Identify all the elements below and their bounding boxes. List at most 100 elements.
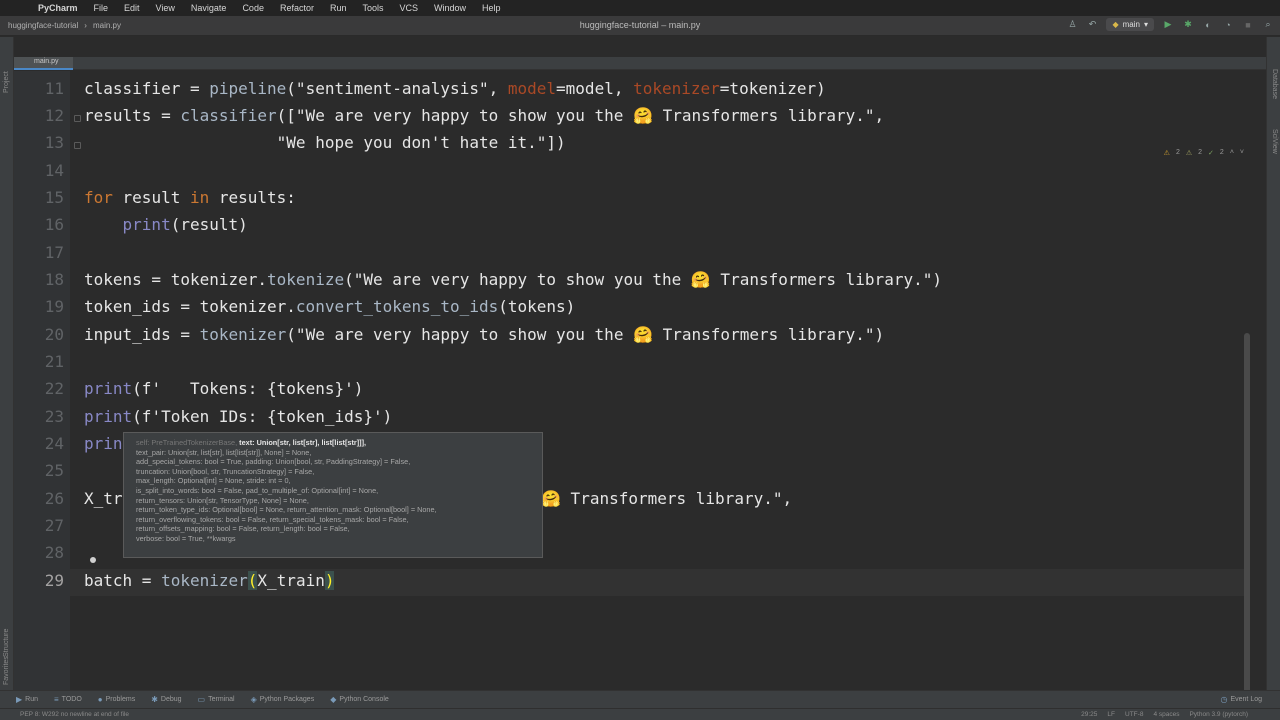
- code-line-tail: 🤗 Transformers library.",: [541, 489, 793, 508]
- line-number: 15: [44, 188, 64, 207]
- code-line: tokens = tokenizer.tokenize("We are very…: [84, 270, 942, 289]
- weak-warning-icon: ⚠: [1185, 150, 1193, 157]
- line-number: 29: [44, 571, 64, 590]
- menu-bar: PyCharm File Edit View Navigate Code Ref…: [0, 0, 1280, 16]
- bug-icon: ✱: [151, 695, 158, 704]
- inspection-widget[interactable]: ⚠ 2 ⚠ 2 ✓ 2 ˄ ˅: [1164, 149, 1244, 157]
- title-bar: huggingface-tutorial › main.py huggingfa…: [0, 16, 1280, 36]
- menu-view[interactable]: View: [156, 3, 175, 13]
- run-icon[interactable]: ▶: [1162, 19, 1174, 31]
- code-line: results = classifier(["We are very happy…: [84, 106, 885, 125]
- problems-icon: ●: [97, 695, 103, 704]
- database-tool-button[interactable]: Database: [1271, 69, 1278, 99]
- back-arrow-icon[interactable]: ↶: [1086, 19, 1098, 31]
- menu-edit[interactable]: Edit: [124, 3, 140, 13]
- param-line: return_overflowing_tokens: bool = False,…: [136, 514, 409, 524]
- editor-tab-bar: main.py: [14, 57, 1266, 70]
- line-separator[interactable]: LF: [1107, 711, 1115, 718]
- code-line: print(result): [122, 215, 248, 234]
- code-line: "We hope you don't hate it."]): [84, 133, 566, 152]
- line-number: 20: [44, 325, 64, 344]
- event-log-icon: ◷: [1220, 695, 1228, 704]
- run-tool-button[interactable]: ▶ Run: [16, 695, 38, 704]
- menu-tools[interactable]: Tools: [362, 3, 383, 13]
- file-encoding[interactable]: UTF-8: [1125, 711, 1143, 718]
- fold-marker-icon[interactable]: [74, 142, 81, 149]
- python-interpreter[interactable]: Python 3.9 (pytorch): [1189, 711, 1248, 718]
- param-line: text_pair: Union[str, list[str], list[li…: [136, 447, 312, 457]
- param-line: verbose: bool = True, **kwargs: [136, 533, 236, 543]
- weak-warning-count: 2: [1198, 149, 1203, 156]
- code-line: print(f'Token IDs: {token_ids}'): [84, 407, 393, 426]
- menu-refactor[interactable]: Refactor: [280, 3, 314, 13]
- caret-position[interactable]: 29:25: [1081, 711, 1097, 718]
- debug-icon[interactable]: ✱: [1182, 19, 1194, 31]
- package-icon: ◈: [250, 695, 257, 704]
- project-tool-button[interactable]: Project: [3, 71, 10, 93]
- status-message: PEP 8: W292 no newline at end of file: [20, 711, 130, 718]
- bottom-tool-bar: ▶ Run ≡ TODO ● Problems ✱ Debug ▭ Terminal ◈ P…: [0, 690, 1280, 708]
- profile-icon[interactable]: ◔: [1222, 19, 1234, 31]
- search-icon[interactable]: ⌕: [1262, 19, 1274, 31]
- menu-help[interactable]: Help: [482, 3, 501, 13]
- menu-app-name[interactable]: PyCharm: [38, 3, 78, 13]
- code-line: input_ids = tokenizer("We are very happy…: [84, 325, 885, 344]
- indent-setting[interactable]: 4 spaces: [1153, 711, 1179, 718]
- parameter-info-popup: self: PreTrainedTokenizerBase, text: Uni…: [123, 432, 543, 558]
- warning-count: 2: [1175, 149, 1180, 156]
- right-tool-strip: Database SciView: [1266, 37, 1280, 690]
- chevron-down-icon[interactable]: ˅: [1240, 149, 1244, 157]
- user-icon[interactable]: ♙: [1066, 19, 1078, 31]
- code-line: classifier = pipeline("sentiment-analysi…: [84, 79, 826, 98]
- param-line: return_tensors: Union[str, TensorType, N…: [136, 495, 309, 505]
- line-number: 14: [44, 161, 64, 180]
- sciview-tool-button[interactable]: SciView: [1271, 129, 1278, 154]
- lightbulb-icon[interactable]: [90, 557, 96, 563]
- debug-tool-button[interactable]: ✱ Debug: [151, 695, 181, 704]
- param-line: is_split_into_words: bool = False, pad_t…: [136, 485, 379, 495]
- event-log-button[interactable]: ◷ Event Log: [1220, 695, 1262, 704]
- code-line: prin: [84, 434, 123, 453]
- menu-window[interactable]: Window: [434, 3, 466, 13]
- code-line: X_tr: [84, 489, 123, 508]
- menu-code[interactable]: Code: [242, 3, 264, 13]
- left-tool-strip: Project Structure Favorites: [0, 37, 14, 690]
- typo-icon: ✓: [1208, 150, 1214, 157]
- menu-vcs[interactable]: VCS: [400, 3, 419, 13]
- list-icon: ≡: [54, 695, 59, 704]
- line-number-gutter: 11 12 13 14 15 16 17 18 19 20 21 22 23 2…: [14, 71, 70, 690]
- status-right: 29:25 LF UTF-8 4 spaces Python 3.9 (pyto…: [1081, 711, 1248, 718]
- param-line: truncation: Union[bool, str, TruncationS…: [136, 466, 315, 476]
- editor-scrollbar[interactable]: [1244, 333, 1250, 690]
- chevron-up-icon[interactable]: ˄: [1230, 149, 1234, 157]
- menu-run[interactable]: Run: [330, 3, 347, 13]
- stop-icon[interactable]: ■: [1242, 19, 1254, 31]
- toolbar-right: ♙ ↶ ◆ main ▾ ▶ ✱ ◐ ◔ ■ ⌕: [1066, 18, 1274, 31]
- param-line: add_special_tokens: bool = True, padding…: [136, 457, 411, 467]
- terminal-tool-button[interactable]: ▭ Terminal: [198, 695, 235, 704]
- run-configuration-select[interactable]: ◆ main ▾: [1106, 18, 1154, 31]
- favorites-tool-button[interactable]: Favorites: [3, 656, 10, 685]
- status-bar: PEP 8: W292 no newline at end of file 29…: [0, 708, 1280, 720]
- python-console-tool-button[interactable]: ◆ Python Console: [330, 695, 389, 704]
- fold-marker-icon[interactable]: [74, 115, 81, 122]
- line-number: 28: [44, 543, 64, 562]
- menu-file[interactable]: File: [94, 3, 109, 13]
- line-number: 13: [44, 133, 64, 152]
- python-icon: ◆: [330, 695, 337, 704]
- todo-tool-button[interactable]: ≡ TODO: [54, 695, 82, 704]
- code-editor[interactable]: 11 12 13 14 15 16 17 18 19 20 21 22 23 2…: [14, 71, 1266, 690]
- line-number: 26: [44, 489, 64, 508]
- problems-tool-button[interactable]: ● Problems: [98, 695, 135, 704]
- line-number: 11: [44, 79, 64, 98]
- coverage-icon[interactable]: ◐: [1202, 19, 1214, 31]
- line-number: 12: [44, 106, 64, 125]
- line-number: 16: [44, 215, 64, 234]
- tab-main-py[interactable]: main.py: [14, 57, 73, 70]
- line-number: 22: [44, 379, 64, 398]
- param-current: text: Union[str, list[str], list[list[st…: [239, 438, 367, 447]
- menu-navigate[interactable]: Navigate: [191, 3, 227, 13]
- structure-tool-button[interactable]: Structure: [3, 629, 10, 657]
- python-packages-tool-button[interactable]: ◈ Python Packages: [251, 695, 315, 704]
- code-line: token_ids = tokenizer.convert_tokens_to_…: [84, 297, 576, 316]
